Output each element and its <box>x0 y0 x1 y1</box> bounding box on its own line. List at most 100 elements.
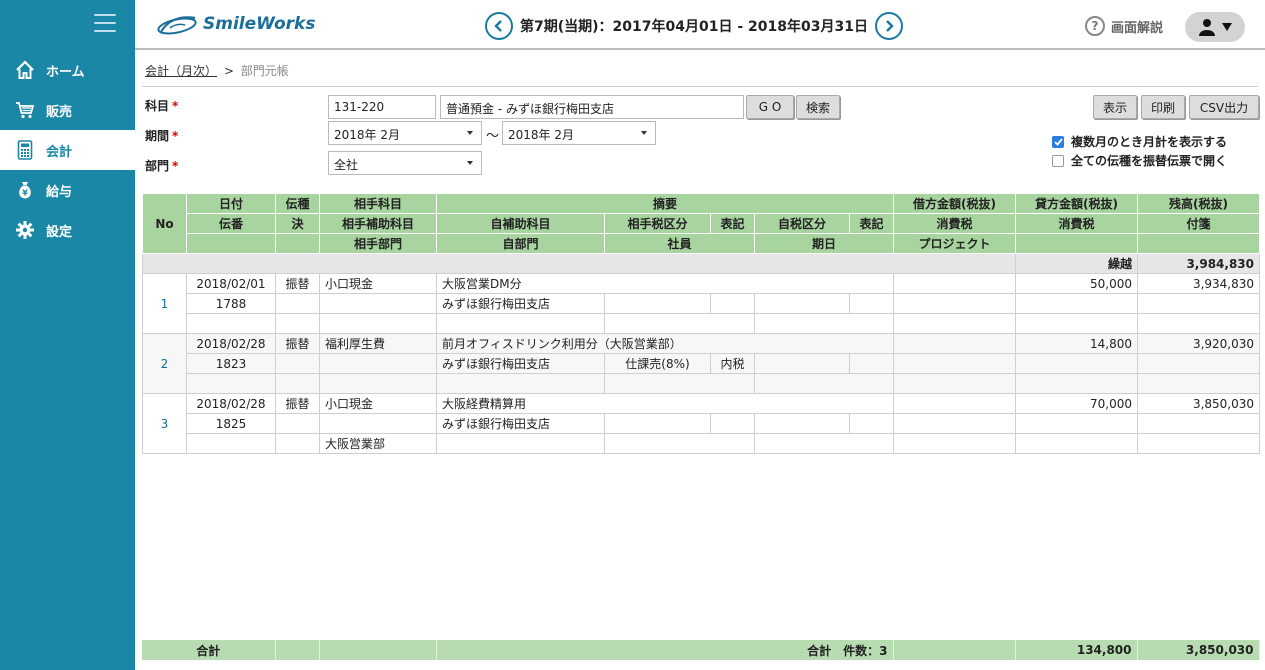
table-cell <box>754 413 850 434</box>
chevron-down-icon <box>467 161 473 165</box>
column-header-no: No <box>142 193 187 254</box>
table-row[interactable]: 1825 みずほ銀行梅田支店 <box>143 413 1261 434</box>
breadcrumb-parent-link[interactable]: 会計（月次） <box>145 64 217 78</box>
column-header: 決 <box>275 213 320 234</box>
period-label: 期間 * <box>145 129 179 143</box>
column-header: 伝種 <box>275 193 320 214</box>
column-header: 摘要 <box>435 193 895 214</box>
table-cell <box>1137 293 1261 314</box>
sidebar-item-label: ホーム <box>46 64 85 80</box>
account-code-input[interactable]: 131-220 <box>328 95 436 119</box>
table-cell <box>436 313 605 334</box>
entry-number[interactable]: 1 <box>142 273 187 334</box>
sidebar-item-settings[interactable]: 設定 <box>0 210 135 250</box>
table-row[interactable]: 1788 みずほ銀行梅田支店 <box>143 293 1261 314</box>
table-row[interactable]: 大阪営業部 <box>143 433 1261 454</box>
account-label: 科目 * <box>145 99 179 113</box>
display-button[interactable]: 表示 <box>1093 95 1137 119</box>
column-header: 日付 <box>186 193 276 214</box>
money-bag-icon: ¥ <box>14 179 36 201</box>
open-transfer-checkbox[interactable] <box>1052 154 1064 167</box>
entry-number[interactable]: 3 <box>142 393 187 454</box>
table-cell <box>1137 313 1261 334</box>
user-menu-button[interactable] <box>1185 12 1245 42</box>
search-button[interactable]: 検索 <box>796 95 840 119</box>
sidebar-item-sales[interactable]: 販売 <box>0 90 135 130</box>
table-cell <box>1015 233 1139 254</box>
column-header: プロジェクト <box>893 233 1017 254</box>
department-select[interactable]: 全社 <box>328 151 482 175</box>
table-row[interactable]: 3 2018/02/28 振替 小口現金 大阪経費精算用 70,000 3,85… <box>142 393 1261 454</box>
sidebar-item-payroll[interactable]: ¥ 給与 <box>0 170 135 210</box>
entry-debit <box>893 273 1017 294</box>
table-cell <box>893 293 1017 314</box>
table-cell <box>753 433 895 454</box>
top-header: SmileWorks 第7期(当期)：2017年04月01日 - 2018年03… <box>135 0 1265 50</box>
csv-export-button[interactable]: CSV出力 <box>1189 95 1259 119</box>
logo-text: SmileWorks <box>203 14 316 34</box>
entry-balance: 3,920,030 <box>1137 333 1261 354</box>
column-header: 相手科目 <box>319 193 437 214</box>
column-header: 自税区分 <box>754 213 850 234</box>
table-cell <box>1015 413 1139 434</box>
help-button[interactable]: ? 画面解説 <box>1085 16 1163 36</box>
next-period-button[interactable] <box>874 12 903 40</box>
sidebar-item-label: 会計 <box>46 144 73 160</box>
entry-number[interactable]: 2 <box>142 333 187 394</box>
entry-credit: 70,000 <box>1015 393 1139 414</box>
table-row[interactable]: 2 2018/02/28 振替 福利厚生費 前月オフィスドリンク利用分（大阪営業… <box>142 333 1261 394</box>
monthly-total-option[interactable]: 複数月のとき月計を表示する <box>1052 133 1227 150</box>
table-cell <box>319 293 437 314</box>
period-separator: 〜 <box>486 129 500 144</box>
open-transfer-label: 全ての伝種を振替伝票で開く <box>1071 154 1228 168</box>
cart-icon <box>14 99 36 121</box>
entry-balance: 3,934,830 <box>1137 273 1261 294</box>
entry-counter-dept <box>319 313 437 334</box>
table-cell <box>1015 433 1139 454</box>
sidebar-item-accounting[interactable]: 会計 <box>0 130 135 170</box>
table-cell <box>604 433 755 454</box>
account-name-input[interactable]: 普通預金 - みずほ銀行梅田支店 <box>440 95 744 119</box>
carry-forward-balance: 3,984,830 <box>1137 253 1261 274</box>
period-from-select[interactable]: 2018年 2月 <box>328 121 482 145</box>
department-label: 部門 * <box>145 159 179 173</box>
table-row[interactable] <box>143 313 1261 334</box>
table-cell <box>275 353 320 374</box>
ledger-table: No 日付 伝種 相手科目 摘要 借方金額(税抜) 貸方金額(税抜) 残高(税抜… <box>141 193 1261 454</box>
table-cell <box>604 313 755 334</box>
sidebar-item-home[interactable]: ホーム <box>0 50 135 90</box>
total-balance: 3,850,030 <box>1137 640 1260 660</box>
home-icon <box>14 59 36 81</box>
table-row[interactable]: 1 2018/02/01 振替 小口現金 大阪営業DM分 50,000 3,93… <box>142 273 1261 334</box>
entry-summary: 大阪営業DM分 <box>435 273 895 294</box>
column-header: 表記 <box>710 213 755 234</box>
table-cell <box>275 293 320 314</box>
table-row[interactable] <box>143 373 1261 394</box>
column-header: 相手補助科目 <box>319 213 437 234</box>
table-cell <box>848 413 895 434</box>
sidebar-item-label: 設定 <box>46 224 73 240</box>
previous-period-button[interactable] <box>485 12 513 40</box>
caret-down-icon <box>1222 23 1232 31</box>
entry-counter-tax-mark: 内税 <box>710 353 755 374</box>
entry-balance: 3,850,030 <box>1137 393 1261 414</box>
entry-kind: 振替 <box>275 393 320 414</box>
table-cell <box>186 373 276 394</box>
monthly-total-label: 複数月のとき月計を表示する <box>1071 135 1228 149</box>
chevron-down-icon <box>467 131 473 135</box>
print-button[interactable]: 印刷 <box>1141 95 1185 119</box>
open-transfer-option[interactable]: 全ての伝種を振替伝票で開く <box>1052 152 1227 169</box>
entry-kind: 振替 <box>275 273 320 294</box>
table-row[interactable]: 1823 みずほ銀行梅田支店 仕課売(8%) 内税 <box>143 353 1261 374</box>
menu-toggle-icon[interactable] <box>94 14 116 34</box>
go-button[interactable]: G O <box>746 95 794 119</box>
user-icon <box>1199 19 1215 36</box>
column-header: 伝番 <box>186 213 276 234</box>
table-cell <box>1015 313 1139 334</box>
table-cell <box>848 353 895 374</box>
period-to-select[interactable]: 2018年 2月 <box>502 121 656 145</box>
entry-credit: 50,000 <box>1015 273 1139 294</box>
monthly-total-checkbox[interactable] <box>1052 135 1064 148</box>
fiscal-period-text: 第7期(当期)：2017年04月01日 - 2018年03月31日 <box>520 19 868 35</box>
smileworks-logo[interactable]: SmileWorks <box>155 12 315 36</box>
